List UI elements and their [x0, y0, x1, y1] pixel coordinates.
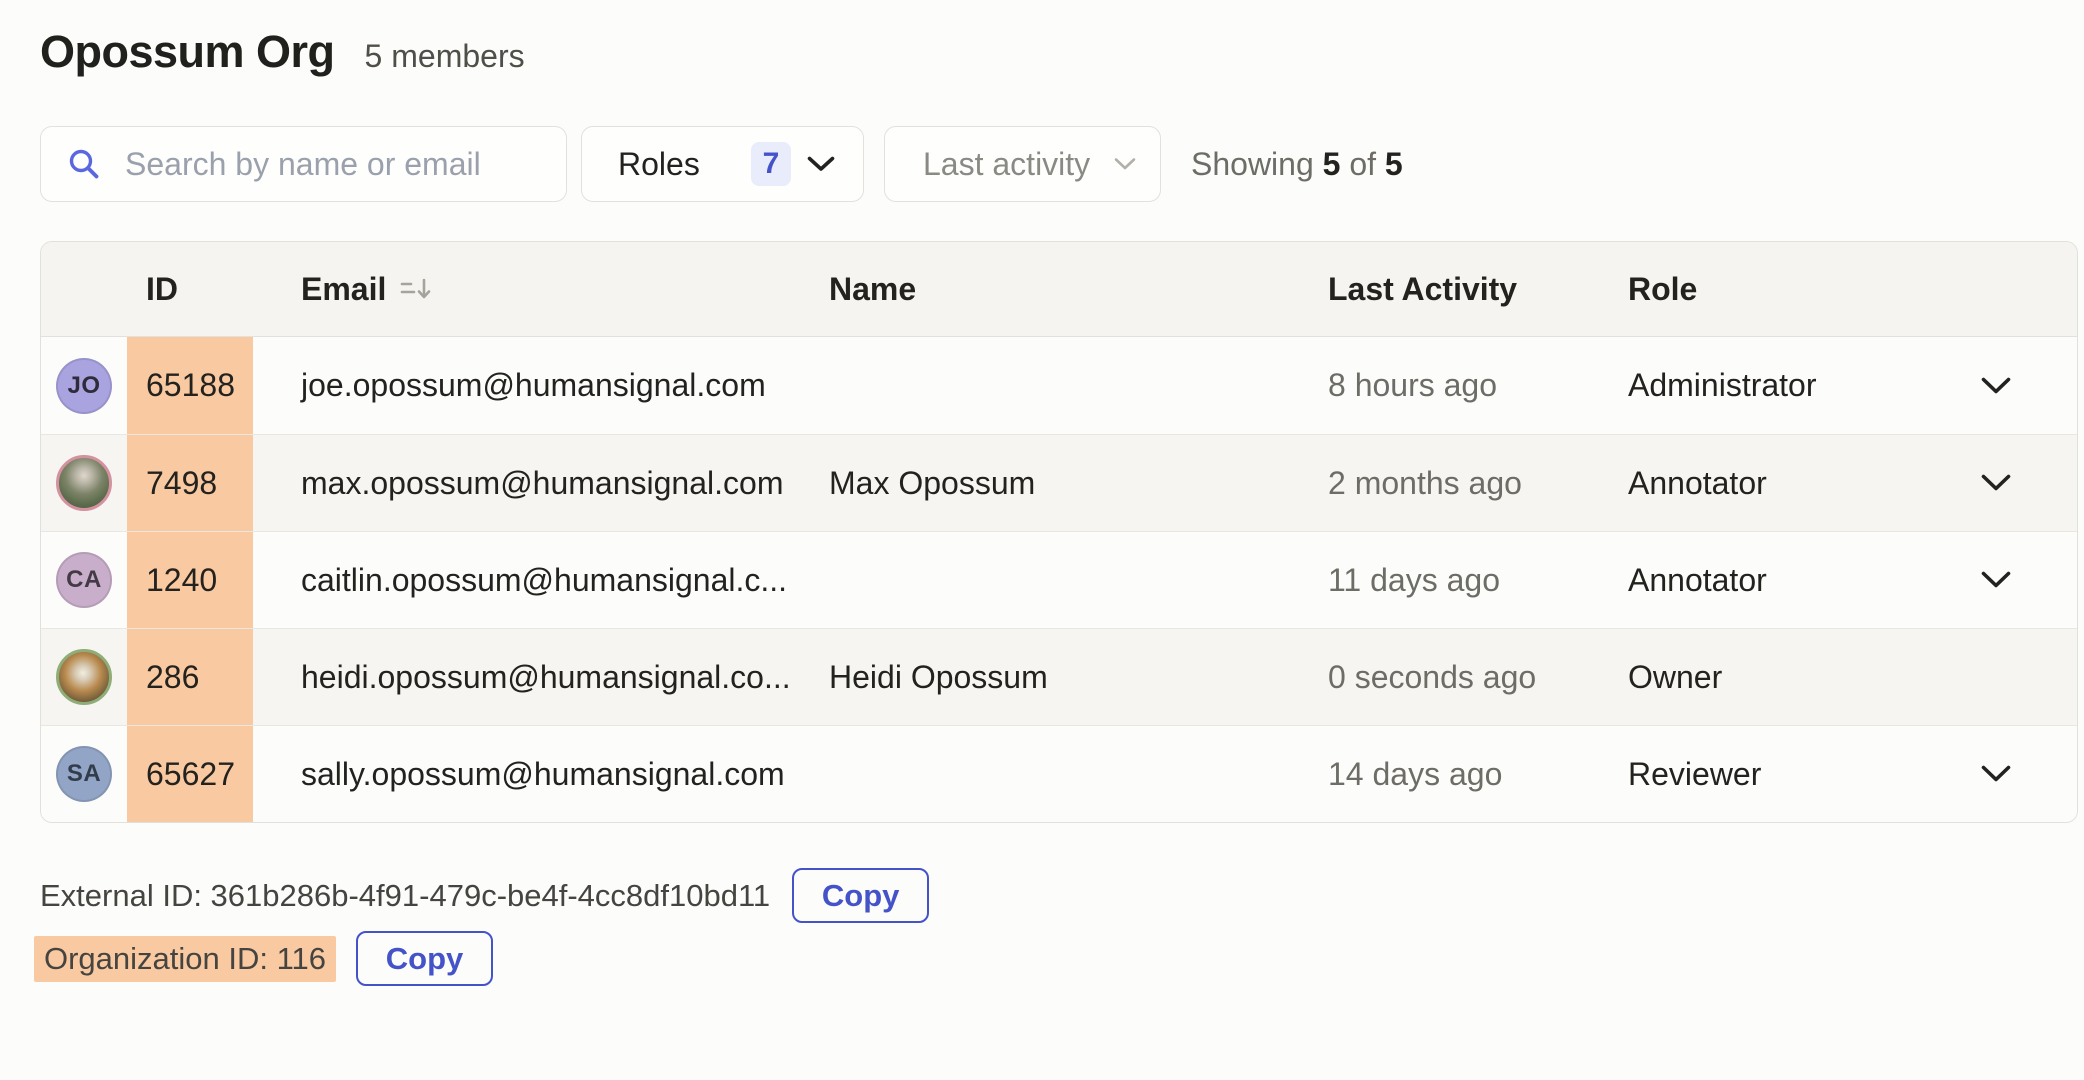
column-header-email[interactable]: Email — [253, 271, 821, 308]
member-row[interactable]: JO 65188 joe.opossum@humansignal.com 8 h… — [41, 337, 2077, 434]
member-avatar-cell: JO — [41, 337, 127, 434]
avatar: JO — [56, 358, 112, 414]
member-last-activity: 8 hours ago — [1281, 367, 1621, 404]
external-id-row: External ID: 361b286b-4f91-479c-be4f-4cc… — [40, 868, 2084, 923]
member-id: 65627 — [127, 726, 253, 822]
role-menu-chevron-icon[interactable] — [1981, 571, 2011, 589]
member-id: 286 — [127, 629, 253, 725]
organization-page: Opossum Org 5 members Roles 7 Last activ… — [0, 0, 2084, 986]
member-row[interactable]: 7498 max.opossum@humansignal.com Max Opo… — [41, 434, 2077, 531]
member-email: max.opossum@humansignal.com — [253, 465, 821, 502]
member-avatar-cell — [41, 629, 127, 725]
member-role-dropdown[interactable]: Administrator — [1621, 367, 2077, 404]
avatar: CA — [56, 552, 112, 608]
organization-id-row: Organization ID: 116 Copy — [40, 931, 2084, 986]
member-role-label: Annotator — [1628, 562, 1767, 599]
sort-descending-icon[interactable] — [400, 276, 432, 302]
member-row[interactable]: SA 65627 sally.opossum@humansignal.com 1… — [41, 725, 2077, 822]
search-box[interactable] — [40, 126, 567, 202]
copy-external-id-button[interactable]: Copy — [792, 868, 929, 923]
organization-id-label: Organization ID: 116 — [44, 941, 326, 977]
roles-filter-label: Roles — [618, 146, 700, 183]
member-id: 7498 — [127, 435, 253, 531]
member-role-label: Reviewer — [1628, 756, 1761, 793]
showing-visible-count: 5 — [1323, 146, 1341, 182]
member-name: Heidi Opossum — [821, 659, 1281, 696]
last-activity-sort-dropdown[interactable]: Last activity — [884, 126, 1161, 202]
column-header-id: ID — [127, 271, 253, 308]
chevron-down-icon — [807, 156, 835, 173]
member-row[interactable]: 286 heidi.opossum@humansignal.co... Heid… — [41, 628, 2077, 725]
member-avatar-cell: CA — [41, 532, 127, 628]
member-role-dropdown[interactable]: Annotator — [1621, 465, 2077, 502]
avatar: SA — [56, 746, 112, 802]
role-menu-chevron-icon[interactable] — [1981, 474, 2011, 492]
column-header-name: Name — [821, 271, 1281, 308]
member-role-label: Owner — [1628, 659, 1722, 696]
member-avatar-cell — [41, 435, 127, 531]
role-menu-chevron-icon[interactable] — [1981, 377, 2011, 395]
avatar — [56, 649, 112, 705]
member-last-activity: 2 months ago — [1281, 465, 1621, 502]
showing-of: of — [1349, 146, 1376, 182]
page-header: Opossum Org 5 members — [40, 26, 2084, 82]
member-role-dropdown[interactable]: Annotator — [1621, 562, 2077, 599]
member-role-dropdown[interactable]: Owner — [1621, 659, 2077, 696]
members-table: ID Email Name Last Activity Role JO 6518… — [40, 241, 2078, 823]
organization-id-highlight: Organization ID: 116 — [34, 936, 336, 982]
member-role-dropdown[interactable]: Reviewer — [1621, 756, 2077, 793]
copy-organization-id-button[interactable]: Copy — [356, 931, 493, 986]
column-header-email-label: Email — [301, 271, 386, 308]
showing-count: Showing 5 of 5 — [1191, 146, 1403, 183]
search-icon — [67, 147, 101, 181]
member-id: 1240 — [127, 532, 253, 628]
showing-prefix: Showing — [1191, 146, 1314, 182]
member-role-label: Annotator — [1628, 465, 1767, 502]
member-last-activity: 14 days ago — [1281, 756, 1621, 793]
member-email: sally.opossum@humansignal.com — [253, 756, 821, 793]
member-last-activity: 0 seconds ago — [1281, 659, 1621, 696]
member-role-label: Administrator — [1628, 367, 1817, 404]
roles-count-badge: 7 — [751, 142, 791, 186]
member-email: caitlin.opossum@humansignal.c... — [253, 562, 821, 599]
member-last-activity: 11 days ago — [1281, 562, 1621, 599]
external-id-label: External ID: 361b286b-4f91-479c-be4f-4cc… — [40, 878, 770, 914]
member-row[interactable]: CA 1240 caitlin.opossum@humansignal.c...… — [41, 531, 2077, 628]
table-body: JO 65188 joe.opossum@humansignal.com 8 h… — [41, 337, 2077, 822]
table-header-row: ID Email Name Last Activity Role — [41, 242, 2077, 337]
page-title: Opossum Org — [40, 26, 335, 78]
member-email: joe.opossum@humansignal.com — [253, 367, 821, 404]
showing-total-count: 5 — [1385, 146, 1403, 182]
member-count: 5 members — [365, 38, 525, 75]
column-header-last-activity: Last Activity — [1281, 271, 1621, 308]
avatar — [56, 455, 112, 511]
member-id: 65188 — [127, 337, 253, 434]
column-header-role: Role — [1621, 271, 2077, 308]
chevron-down-icon — [1114, 157, 1136, 171]
role-menu-chevron-icon[interactable] — [1981, 765, 2011, 783]
member-email: heidi.opossum@humansignal.co... — [253, 659, 821, 696]
member-name: Max Opossum — [821, 465, 1281, 502]
member-avatar-cell: SA — [41, 726, 127, 822]
last-activity-sort-label: Last activity — [923, 146, 1090, 183]
search-input[interactable] — [123, 145, 546, 184]
roles-filter-dropdown[interactable]: Roles 7 — [581, 126, 864, 202]
filter-toolbar: Roles 7 Last activity Showing 5 of 5 — [40, 126, 2084, 202]
